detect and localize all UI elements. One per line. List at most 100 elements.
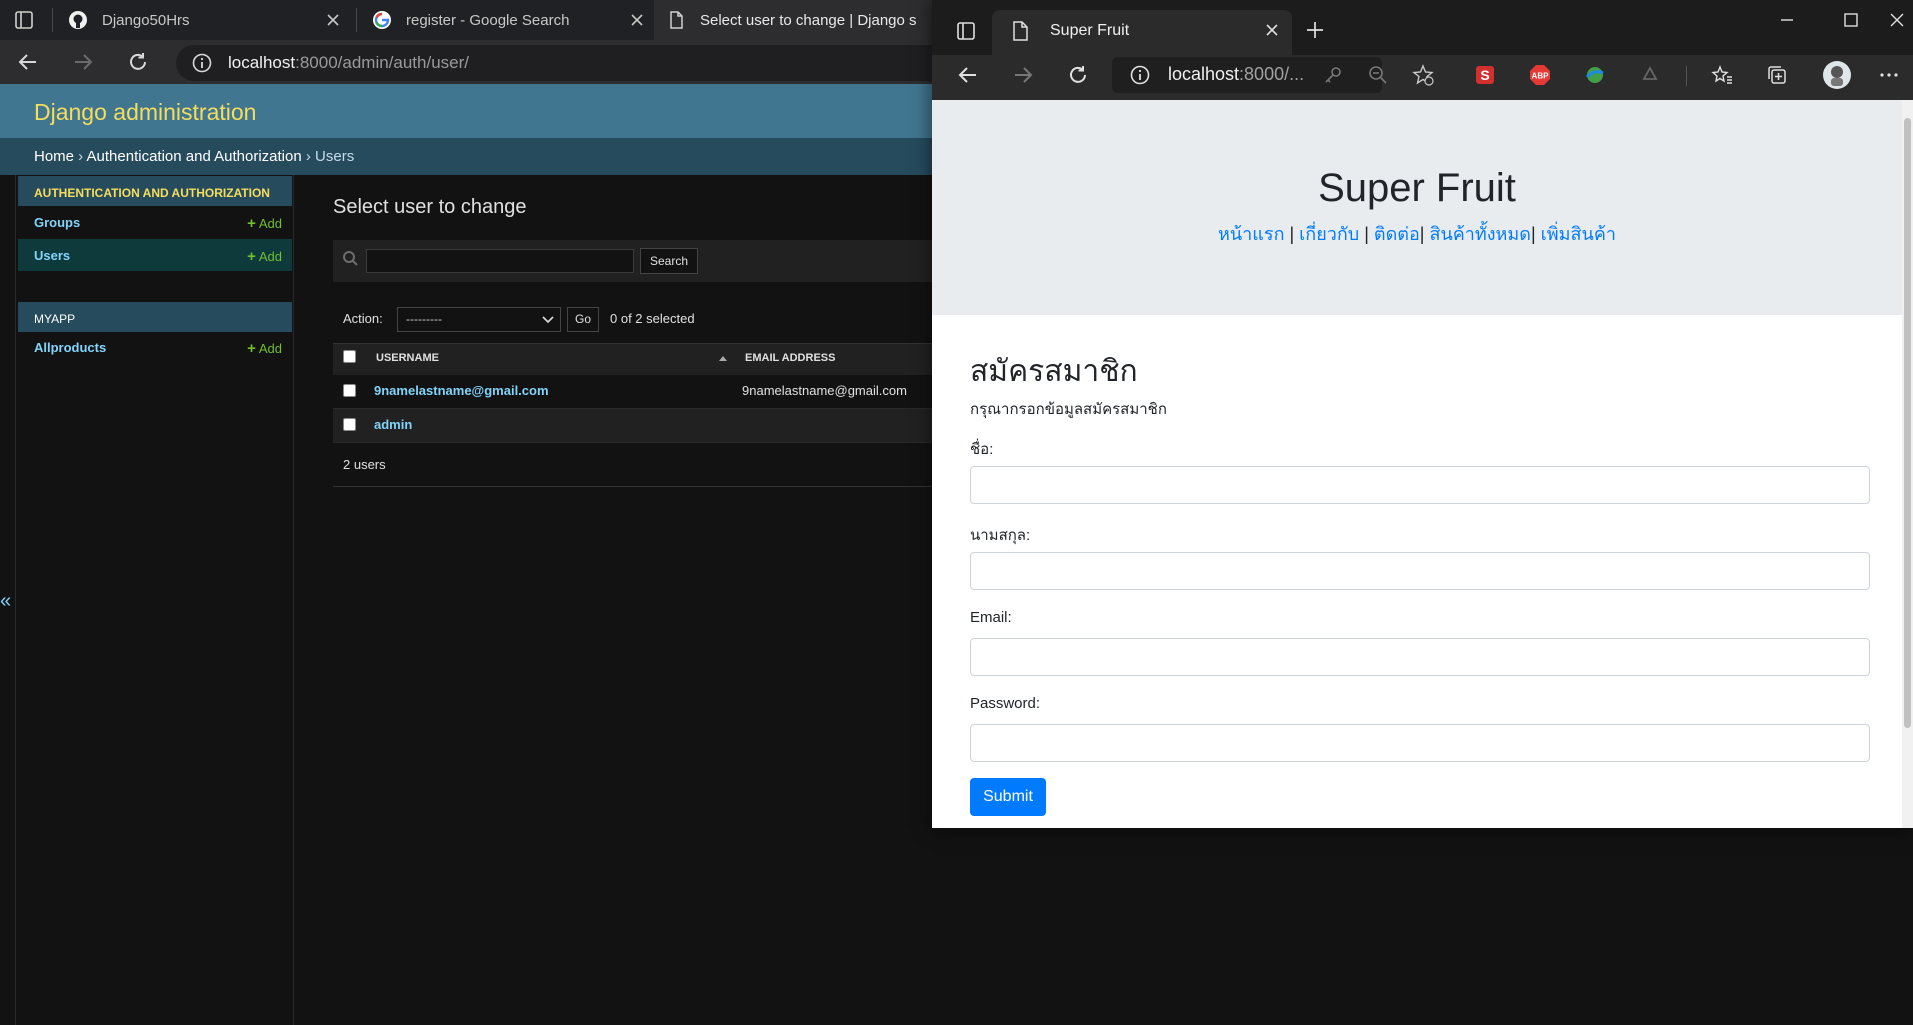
back-arrow-icon[interactable] bbox=[956, 63, 980, 87]
add-group-button[interactable]: + Add bbox=[247, 215, 282, 232]
tab-actions-icon[interactable] bbox=[12, 8, 36, 32]
chevron-down-icon bbox=[542, 316, 554, 324]
svg-text:S: S bbox=[1480, 67, 1489, 83]
super-fruit-page: Super Fruit หน้าแรก | เกี่ยวกับ | ติดต่อ… bbox=[932, 100, 1913, 828]
close-tab-icon[interactable] bbox=[628, 11, 646, 29]
site-info-icon[interactable] bbox=[190, 51, 214, 75]
minimize-icon[interactable] bbox=[1775, 8, 1799, 32]
username-link[interactable]: admin bbox=[374, 417, 412, 432]
password-input[interactable] bbox=[970, 724, 1870, 762]
site-info-icon[interactable] bbox=[1128, 63, 1152, 87]
column-email[interactable]: EMAIL ADDRESS bbox=[745, 352, 835, 364]
maximize-icon[interactable] bbox=[1839, 8, 1863, 32]
svg-text:ABP: ABP bbox=[1532, 72, 1550, 81]
first-name-input[interactable] bbox=[970, 466, 1870, 504]
tab-title: Super Fruit bbox=[1050, 22, 1130, 39]
email-input[interactable] bbox=[970, 638, 1870, 676]
search-input[interactable] bbox=[366, 249, 634, 273]
site-title: Super Fruit bbox=[1318, 166, 1516, 210]
profile-avatar-icon[interactable] bbox=[1822, 60, 1852, 90]
email-cell: 9namelastname@gmail.com bbox=[742, 383, 907, 398]
download-manager-icon[interactable] bbox=[1583, 63, 1607, 87]
more-menu-icon[interactable] bbox=[1877, 63, 1901, 87]
breadcrumb-home[interactable]: Home bbox=[34, 148, 74, 165]
reload-icon[interactable] bbox=[126, 50, 150, 74]
back-arrow-icon[interactable] bbox=[16, 50, 40, 74]
scrollbar-thumb[interactable] bbox=[1904, 118, 1911, 728]
sidebar-caption-myapp[interactable]: MYAPP bbox=[18, 302, 292, 332]
django-brand[interactable]: Django administration bbox=[34, 99, 256, 126]
forward-arrow-icon[interactable] bbox=[1011, 63, 1035, 87]
select-all-checkbox[interactable] bbox=[343, 350, 356, 363]
tab-super-fruit[interactable] bbox=[992, 10, 1292, 60]
nav-about-link[interactable]: เกี่ยวกับ bbox=[1299, 224, 1359, 244]
google-icon bbox=[372, 10, 392, 30]
tab-actions-icon[interactable] bbox=[954, 19, 978, 43]
paginator: 2 users bbox=[343, 457, 386, 472]
sidebar-item-allproducts[interactable]: Allproducts + Add bbox=[18, 331, 292, 363]
sidebar-item-users[interactable]: Users + Add bbox=[18, 239, 292, 271]
super-fruit-browser-window: Super Fruit localhost:8000/... S ABP Sup… bbox=[932, 0, 1913, 828]
add-product-button[interactable]: + Add bbox=[247, 340, 282, 357]
close-tab-icon[interactable] bbox=[324, 11, 342, 29]
adblock-plus-icon[interactable]: ABP bbox=[1528, 63, 1552, 87]
form-heading: สมัครสมาชิก bbox=[970, 355, 1138, 388]
close-window-icon[interactable] bbox=[1885, 8, 1909, 32]
action-label: Action: bbox=[343, 311, 383, 326]
nav-contact-link[interactable]: ติดต่อ bbox=[1374, 224, 1420, 244]
tab-django50hrs[interactable]: Django50Hrs bbox=[56, 0, 352, 40]
tab-google-search[interactable]: register - Google Search bbox=[360, 0, 656, 40]
plus-icon: + bbox=[247, 248, 256, 265]
nav-add-product-link[interactable]: เพิ่มสินค้า bbox=[1541, 224, 1616, 244]
forward-arrow-icon[interactable] bbox=[71, 50, 95, 74]
add-user-button[interactable]: + Add bbox=[247, 248, 282, 265]
plus-icon: + bbox=[247, 215, 256, 232]
row-checkbox[interactable] bbox=[343, 384, 356, 397]
tab-title: register - Google Search bbox=[406, 11, 570, 29]
go-button[interactable]: Go bbox=[567, 307, 599, 332]
table-row bbox=[333, 409, 933, 443]
add-favorite-icon[interactable] bbox=[1411, 63, 1435, 87]
submit-button[interactable]: Submit bbox=[970, 778, 1046, 816]
last-name-input[interactable] bbox=[970, 552, 1870, 590]
sidebar-collapse-icon[interactable]: « bbox=[0, 590, 11, 613]
site-nav: หน้าแรก | เกี่ยวกับ | ติดต่อ| สินค้าทั้ง… bbox=[1218, 224, 1616, 244]
key-icon[interactable] bbox=[1321, 63, 1345, 87]
last-name-label: นามสกุล: bbox=[970, 527, 1031, 544]
tab-title: Select user to change | Django s bbox=[700, 11, 917, 29]
nav-home-link[interactable]: หน้าแรก bbox=[1218, 224, 1284, 244]
back-url-text: localhost:8000/admin/auth/user/ bbox=[228, 53, 470, 72]
close-tab-icon[interactable] bbox=[1262, 20, 1282, 40]
sidebar-item-groups[interactable]: Groups + Add bbox=[18, 206, 292, 238]
extension-s-icon[interactable]: S bbox=[1473, 63, 1497, 87]
extension-recycle-icon[interactable] bbox=[1638, 63, 1662, 87]
zoom-out-icon[interactable] bbox=[1366, 63, 1390, 87]
search-icon bbox=[341, 249, 361, 269]
plus-icon: + bbox=[247, 340, 256, 357]
tab-django-admin[interactable]: Select user to change | Django s bbox=[654, 0, 954, 40]
first-name-label: ชื่อ: bbox=[970, 441, 994, 458]
nav-all-products-link[interactable]: สินค้าทั้งหมด bbox=[1429, 224, 1531, 244]
form-subtitle: กรุณากรอกข้อมูลสมัครสมาชิก bbox=[970, 401, 1167, 418]
reload-icon[interactable] bbox=[1066, 63, 1090, 87]
row-checkbox[interactable] bbox=[343, 418, 356, 431]
email-label: Email: bbox=[970, 609, 1012, 626]
favorites-icon[interactable] bbox=[1710, 63, 1734, 87]
github-icon bbox=[68, 10, 88, 30]
column-username[interactable]: USERNAME bbox=[376, 352, 439, 364]
tab-title: Django50Hrs bbox=[102, 11, 190, 29]
new-tab-icon[interactable] bbox=[1303, 18, 1327, 42]
page-title: Select user to change bbox=[333, 196, 527, 218]
page-scrollbar[interactable] bbox=[1902, 100, 1913, 828]
action-select[interactable]: --------- bbox=[397, 307, 561, 332]
sidebar-caption-auth[interactable]: AUTHENTICATION AND AUTHORIZATION bbox=[18, 176, 292, 206]
search-button[interactable]: Search bbox=[640, 248, 698, 274]
breadcrumb-trail: Home › Authentication and Authorization … bbox=[34, 148, 355, 165]
breadcrumb-section[interactable]: Authentication and Authorization bbox=[87, 148, 302, 165]
password-label: Password: bbox=[970, 695, 1041, 712]
username-link[interactable]: 9namelastname@gmail.com bbox=[374, 383, 549, 398]
front-url-text: localhost:8000/... bbox=[1168, 64, 1305, 84]
page-icon bbox=[666, 10, 686, 30]
sort-ascending-icon[interactable] bbox=[718, 353, 728, 363]
collections-icon[interactable] bbox=[1765, 63, 1789, 87]
